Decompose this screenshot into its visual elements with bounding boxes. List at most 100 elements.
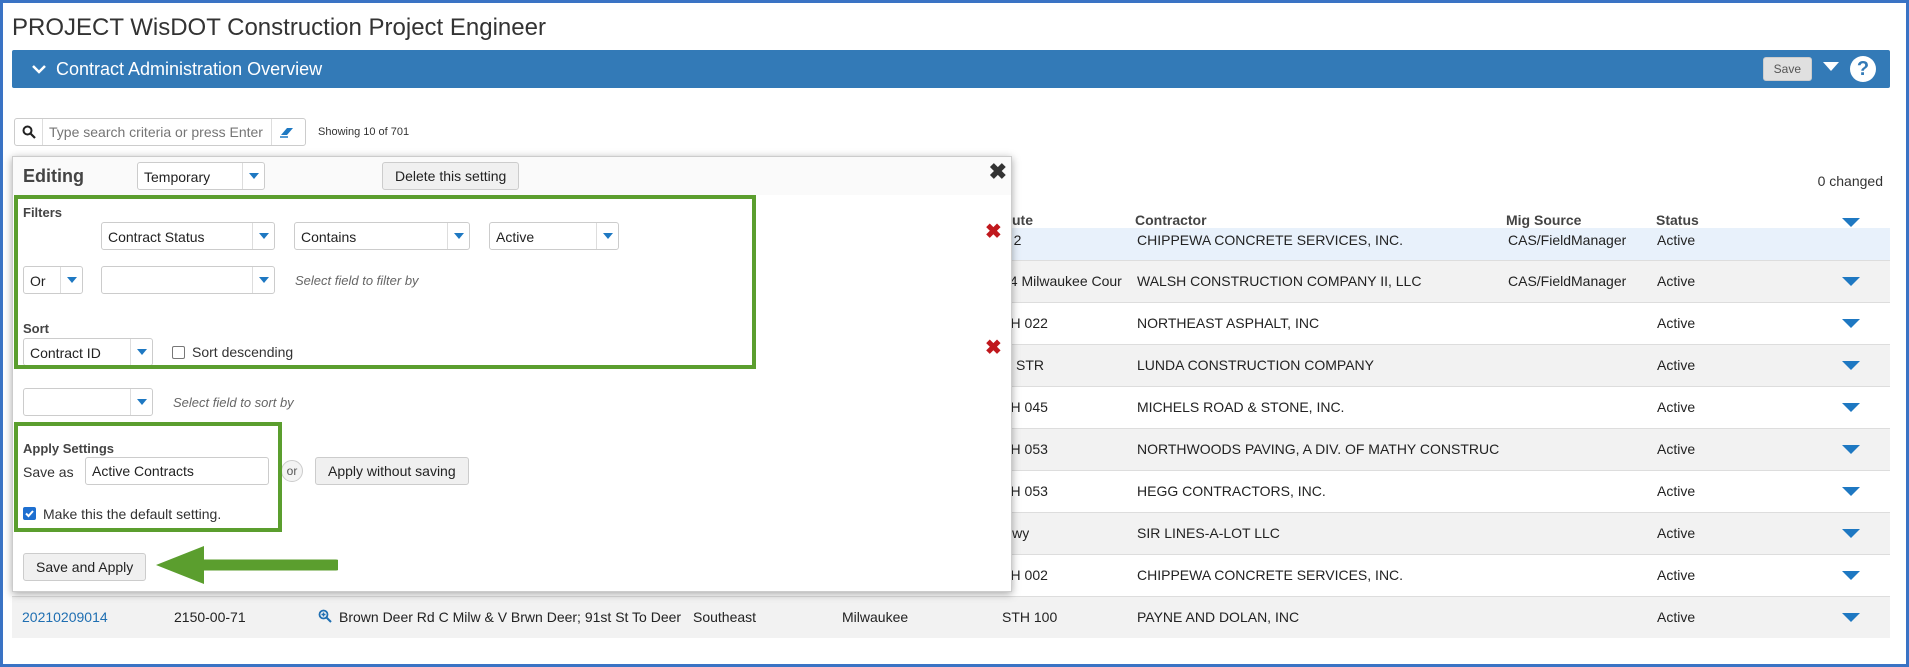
column-menu-icon[interactable]	[1842, 218, 1860, 227]
cell-contract-id[interactable]: 20210209014	[22, 609, 108, 625]
chevron-down-icon[interactable]	[596, 223, 618, 249]
chevron-down-icon[interactable]	[252, 223, 274, 249]
filter-operator-select[interactable]: Contains	[294, 222, 470, 250]
or-label: or	[281, 460, 303, 482]
cell-mig-source: CAS/FieldManager	[1508, 232, 1627, 248]
cell-status: Active	[1657, 441, 1696, 457]
cell-status: Active	[1657, 315, 1696, 331]
cell-mig-source: CAS/FieldManager	[1508, 273, 1627, 289]
chevron-down-icon[interactable]	[242, 163, 264, 189]
sort-hint: Select field to sort by	[173, 395, 294, 410]
sort-descending-label: Sort descending	[192, 344, 294, 360]
cell-status: Active	[1657, 525, 1696, 541]
zoom-icon[interactable]	[318, 609, 332, 626]
cell-status: Active	[1657, 357, 1696, 373]
mode-select[interactable]: Temporary	[137, 162, 265, 190]
cell-status: Active	[1657, 399, 1696, 415]
sort-field2-select[interactable]	[23, 388, 153, 416]
default-setting-label: Make this the default setting.	[43, 506, 222, 522]
chevron-down-icon[interactable]	[130, 389, 152, 415]
column-header-status[interactable]: Status	[1656, 212, 1699, 228]
save-button[interactable]: Save	[1762, 57, 1812, 81]
cell-route: STH 100	[1002, 609, 1058, 625]
cell-contractor: PAYNE AND DOLAN, INC	[1137, 609, 1300, 625]
column-header-contractor[interactable]: Contractor	[1135, 212, 1207, 228]
cell-status: Active	[1657, 232, 1696, 248]
row-menu-icon[interactable]	[1842, 487, 1860, 496]
eraser-icon[interactable]	[271, 119, 301, 145]
cell-contractor: WALSH CONSTRUCTION COMPANY II, LLC	[1137, 273, 1422, 289]
search-icon[interactable]	[15, 119, 43, 145]
row-menu-icon[interactable]	[1842, 277, 1860, 286]
chevron-down-icon[interactable]	[130, 339, 152, 365]
column-header-mig-source[interactable]: Mig Source	[1506, 212, 1581, 228]
editing-label: Editing	[23, 166, 84, 186]
page-title: PROJECT WisDOT Construction Project Engi…	[12, 14, 546, 41]
apply-settings-label: Apply Settings	[23, 441, 115, 456]
cell-contractor: NORTHWOODS PAVING, A DIV. OF MATHY CONST…	[1137, 441, 1500, 457]
changed-count: 0 changed	[1817, 173, 1883, 189]
search-bar: Showing 10 of 701	[14, 118, 409, 146]
column-header-route[interactable]: ute	[1012, 212, 1033, 228]
help-icon[interactable]: ?	[1850, 56, 1876, 82]
remove-filter-icon[interactable]: ✖	[985, 219, 1002, 244]
save-as-label: Save as	[23, 464, 74, 480]
chevron-down-icon[interactable]	[60, 267, 82, 293]
mode-select-value: Temporary	[144, 169, 211, 185]
cell-status: Active	[1657, 567, 1696, 583]
cell-project: 2150-00-71	[174, 609, 246, 625]
arrow-pointer-icon	[156, 546, 338, 584]
logic-select[interactable]: Or	[23, 266, 83, 294]
row-menu-icon[interactable]	[1842, 571, 1860, 580]
filter-hint: Select field to filter by	[295, 273, 419, 288]
chevron-down-icon[interactable]	[447, 223, 469, 249]
search-box	[14, 118, 306, 146]
cell-status: Active	[1657, 273, 1696, 289]
row-menu-icon[interactable]	[1842, 319, 1860, 328]
filter-value-value: Active	[496, 229, 535, 245]
options-dropdown-icon[interactable]	[1822, 60, 1840, 78]
cell-contractor: NORTHEAST ASPHALT, INC	[1137, 315, 1320, 331]
chevron-down-icon[interactable]	[30, 60, 48, 78]
row-menu-icon[interactable]	[1842, 445, 1860, 454]
row-menu-icon[interactable]	[1842, 613, 1860, 622]
remove-sort-icon[interactable]: ✖	[985, 335, 1002, 360]
sort-descending-checkbox[interactable]	[172, 346, 185, 359]
default-setting-checkbox[interactable]	[23, 507, 36, 520]
row-menu-icon[interactable]	[1842, 529, 1860, 538]
section-title: Contract Administration Overview	[56, 58, 323, 79]
settings-panel: Editing Temporary Delete this setting ✖ …	[12, 156, 1012, 592]
cell-contractor: CHIPPEWA CONCRETE SERVICES, INC.	[1137, 567, 1404, 583]
cell-route: 94 Milwaukee Cour	[1002, 273, 1122, 289]
cell-contractor: SIR LINES-A-LOT LLC	[1137, 525, 1280, 541]
close-icon[interactable]: ✖	[989, 159, 1007, 185]
chevron-down-icon[interactable]	[252, 267, 274, 293]
filter-operator-value: Contains	[301, 229, 357, 245]
section-header[interactable]: Contract Administration Overview Save ?	[12, 50, 1890, 88]
cell-contractor: HEGG CONTRACTORS, INC.	[1137, 483, 1326, 499]
cell-status: Active	[1657, 609, 1696, 625]
sort-field-value: Contract ID	[30, 345, 101, 361]
cell-description: Brown Deer Rd C Milw & V Brwn Deer; 91st…	[339, 609, 682, 625]
cell-contractor: CHIPPEWA CONCRETE SERVICES, INC.	[1137, 232, 1404, 248]
logic-select-value: Or	[30, 273, 46, 289]
cell-status: Active	[1657, 483, 1696, 499]
delete-setting-button[interactable]: Delete this setting	[382, 162, 520, 190]
row-menu-icon[interactable]	[1842, 403, 1860, 412]
filter-field-value: Contract Status	[108, 229, 205, 245]
cell-contractor: LUNDA CONSTRUCTION COMPANY	[1137, 357, 1374, 373]
sort-field-select[interactable]: Contract ID	[23, 338, 153, 366]
filter-field2-select[interactable]	[101, 266, 275, 294]
filter-value-select[interactable]: Active	[489, 222, 619, 250]
save-and-apply-button[interactable]: Save and Apply	[23, 553, 147, 581]
filter-field-select[interactable]: Contract Status	[101, 222, 275, 250]
header-actions: Save ?	[1762, 56, 1876, 82]
sort-label: Sort	[23, 321, 49, 336]
cell-county: Milwaukee	[842, 609, 909, 625]
search-input[interactable]	[43, 123, 271, 141]
cell-contractor: MICHELS ROAD & STONE, INC.	[1137, 399, 1345, 415]
apply-without-saving-button[interactable]: Apply without saving	[315, 457, 469, 485]
save-as-input[interactable]	[85, 457, 269, 485]
row-menu-icon[interactable]	[1842, 361, 1860, 370]
table-row[interactable]: 20210209014 2150-00-71 Brown Deer Rd C Mil…	[12, 596, 1890, 638]
